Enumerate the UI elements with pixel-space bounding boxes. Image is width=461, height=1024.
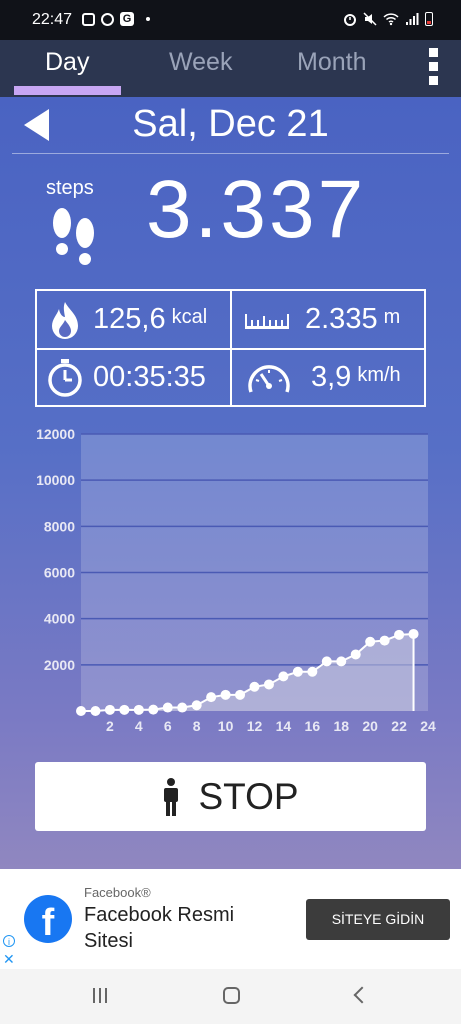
chart-data-point — [90, 706, 101, 716]
speed-value: 3,9 — [311, 361, 352, 393]
facebook-logo-icon: f — [24, 895, 72, 943]
footprints-icon — [53, 208, 94, 265]
mute-icon — [363, 12, 377, 26]
system-nav-bar — [0, 969, 461, 1024]
distance-stat: 2.335 m — [243, 292, 400, 347]
chart-x-tick-label: 24 — [420, 718, 436, 734]
speed-unit: km/h — [357, 364, 401, 386]
active-tab-indicator — [14, 86, 121, 95]
wifi-icon — [383, 13, 399, 26]
chrome-icon — [101, 12, 114, 26]
chart-data-point — [379, 635, 390, 646]
ad-close-icon[interactable]: ✕ — [3, 951, 15, 968]
chart-x-tick-label: 22 — [391, 718, 407, 734]
chart-data-point — [220, 689, 231, 700]
chart-data-point — [119, 704, 130, 715]
chart-data-point — [292, 666, 303, 677]
chart-data-point — [177, 702, 188, 713]
chart-y-tick-label: 10000 — [36, 472, 75, 488]
ad-cta-button[interactable]: SİTEYE GİDİN — [306, 899, 450, 940]
distance-unit: m — [383, 306, 401, 328]
recents-icon[interactable] — [93, 988, 107, 1003]
chart-data-point — [133, 704, 144, 715]
chart-data-point — [365, 636, 376, 647]
chart-data-point — [321, 656, 332, 667]
calories-stat: 125,6 kcal — [47, 292, 207, 347]
chart-data-point — [350, 649, 361, 660]
ruler-icon — [245, 313, 289, 329]
instagram-icon — [82, 12, 95, 26]
page-title: Sal, Dec 21 — [132, 103, 329, 145]
chart-data-point — [206, 692, 217, 703]
speedometer-icon — [248, 364, 290, 393]
chart-data-point — [191, 700, 202, 711]
notification-icons: G — [82, 12, 150, 26]
steps-label: steps — [46, 177, 94, 199]
status-bar: 22:47 G — [0, 0, 461, 40]
chart-data-point — [148, 704, 159, 715]
chart-data-point — [278, 671, 289, 682]
chart-y-tick-label: 8000 — [44, 518, 75, 534]
google-icon: G — [120, 12, 134, 26]
alarm-icon — [344, 14, 356, 26]
calories-unit: kcal — [171, 306, 208, 328]
back-icon[interactable] — [353, 986, 371, 1004]
person-icon — [164, 777, 179, 816]
divider — [12, 153, 449, 154]
system-icons — [343, 12, 433, 26]
ad-advertiser: Facebook® — [84, 885, 151, 900]
steps-chart: 200040006000800010000120002 4 6 8 10 12 14 16 18… — [36, 426, 436, 734]
chart-x-tick-label: 2 — [106, 718, 114, 734]
step-count: 3.337 — [146, 164, 367, 255]
ad-banner[interactable]: f Facebook® Facebook Resmi Sitesi SİTEYE… — [0, 869, 461, 969]
chart-data-point — [408, 628, 419, 639]
speed-stat: 3,9 km/h — [245, 350, 401, 405]
battery-icon — [425, 12, 433, 26]
chart-data-point — [263, 679, 274, 690]
more-notifications-icon — [146, 17, 150, 21]
main-content: Sal, Dec 21 steps 3.337 125,6 kcal 2.335… — [0, 97, 461, 869]
chart-y-tick-label: 6000 — [44, 565, 75, 581]
stop-button[interactable]: STOP — [35, 762, 426, 831]
calories-value: 125,6 — [93, 303, 166, 335]
tab-day[interactable]: Day — [45, 48, 89, 77]
chart-x-tick-label: 20 — [362, 718, 378, 734]
chart-x-tick-label: 16 — [305, 718, 321, 734]
chart-data-point — [104, 704, 115, 715]
chart-data-point — [307, 666, 318, 677]
signal-icon — [406, 13, 419, 25]
chart-y-tick-label: 4000 — [44, 611, 75, 627]
chart-x-tick-label: 12 — [247, 718, 263, 734]
chart-x-tick-label: 14 — [276, 718, 292, 734]
chart-y-tick-label: 2000 — [44, 657, 75, 673]
chart-x-tick-label: 18 — [333, 718, 349, 734]
overflow-menu-icon[interactable] — [429, 48, 439, 85]
chart-data-point — [336, 656, 347, 667]
chart-x-tick-label: 6 — [164, 718, 172, 734]
chart-data-point — [162, 702, 173, 713]
stop-button-label: STOP — [198, 775, 299, 817]
ad-info-icon[interactable]: i — [3, 935, 15, 947]
chart-data-point — [235, 689, 246, 700]
chart-y-tick-label: 12000 — [36, 426, 75, 442]
stopwatch-icon — [48, 358, 82, 397]
chart-x-tick-label: 8 — [193, 718, 201, 734]
duration-stat: 00:35:35 — [45, 350, 206, 405]
tab-month[interactable]: Month — [297, 48, 366, 77]
stats-grid: 125,6 kcal 2.335 m 00:35:35 3,9 km/h — [35, 289, 426, 407]
ad-title[interactable]: Facebook Resmi Sitesi — [84, 902, 284, 954]
flame-icon — [52, 301, 78, 339]
tab-week[interactable]: Week — [169, 48, 232, 77]
chart-data-point — [76, 706, 86, 716]
home-icon[interactable] — [223, 987, 240, 1004]
chart-data-point — [394, 629, 405, 640]
chart-data-point — [249, 681, 260, 692]
status-time: 22:47 — [32, 11, 73, 28]
duration-value: 00:35:35 — [93, 361, 206, 393]
distance-value: 2.335 — [305, 303, 378, 335]
chart-x-tick-label: 10 — [218, 718, 234, 734]
chart-x-tick-label: 4 — [135, 718, 143, 734]
